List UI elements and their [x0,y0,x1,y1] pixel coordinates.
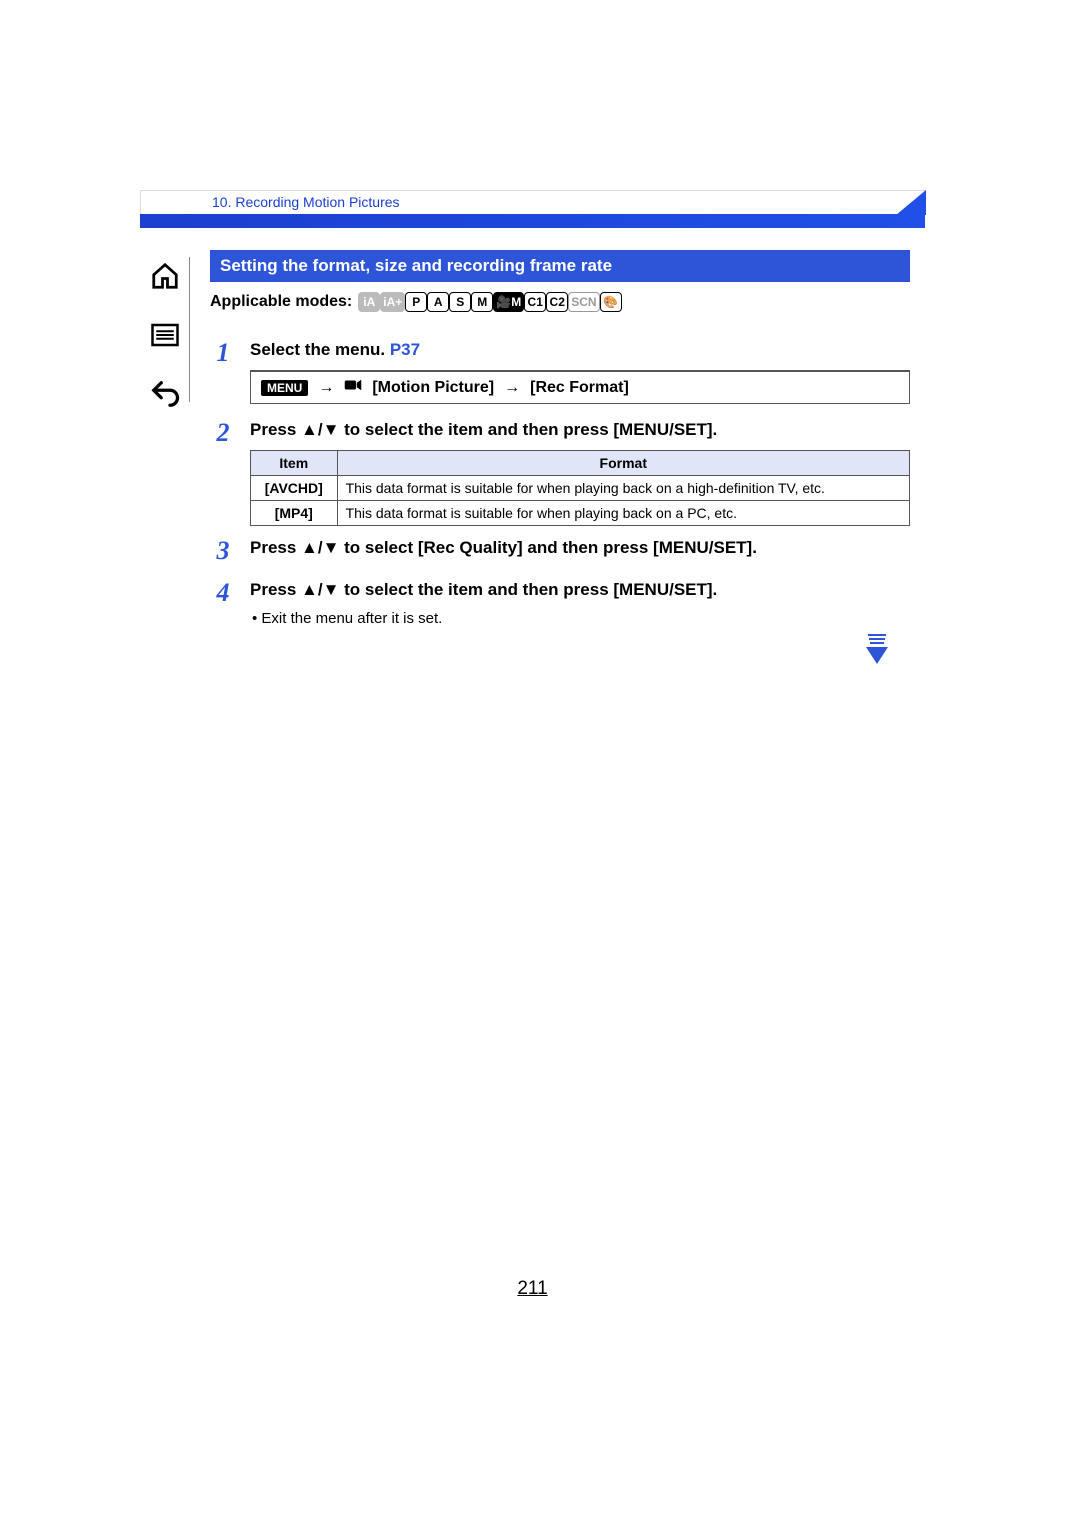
table-row: [AVCHD] This data format is suitable for… [251,476,910,501]
mode-badge: 🎥M [493,292,524,312]
mode-badge: SCN [568,292,599,312]
format-table: Item Format [AVCHD] This data format is … [250,450,910,526]
menu-path: MENU → [Motion Picture] → [Rec Format] [250,370,910,404]
step-4: 4 Press ▲/▼ to select the item and then … [210,580,910,627]
mode-badge: 🎨 [600,292,622,312]
step-number: 1 [210,340,236,366]
breadcrumb[interactable]: 10. Recording Motion Pictures [212,194,400,210]
table-header-format: Format [337,451,909,476]
step-title: Press ▲/▼ to select the item and then pr… [250,580,910,600]
step-number: 4 [210,580,236,606]
step-title: Select the menu. P37 [250,340,910,360]
applicable-modes: Applicable modes: iAiA+PASM🎥MC1C2SCN🎨 [210,292,910,312]
mode-badge: S [449,292,471,312]
page-number: 211 [140,1278,925,1300]
step-title: Press ▲/▼ to select [Rec Quality] and th… [250,538,910,558]
content-area: Setting the format, size and recording f… [210,250,910,627]
back-icon[interactable] [150,379,180,414]
mode-badge: P [405,292,427,312]
step-number: 3 [210,538,236,564]
mode-badge: C2 [546,292,568,312]
page-ref-link[interactable]: P37 [390,340,420,359]
step-title: Press ▲/▼ to select the item and then pr… [250,420,910,440]
menu-button-label: MENU [261,380,308,396]
step-1: 1 Select the menu. P37 MENU → [Motion Pi… [210,340,910,408]
mode-badge: M [471,292,493,312]
table-row: [MP4] This data format is suitable for w… [251,501,910,526]
mode-badge: A [427,292,449,312]
motion-picture-icon [344,378,362,397]
mode-badge: C1 [524,292,546,312]
mode-badge: iA+ [380,292,405,312]
continue-arrow-icon[interactable] [862,632,892,671]
menu-list-icon[interactable] [150,320,180,355]
step-number: 2 [210,420,236,446]
step-note: • Exit the menu after it is set. [252,610,910,627]
section-title: Setting the format, size and recording f… [210,250,910,282]
modes-label: Applicable modes: [210,293,352,311]
page-container: 10. Recording Motion Pictures Setting th… [140,190,925,639]
sidebar-nav [140,257,190,402]
step-3: 3 Press ▲/▼ to select [Rec Quality] and … [210,538,910,568]
home-icon[interactable] [150,261,180,296]
mode-badge: iA [358,292,380,312]
chapter-header: 10. Recording Motion Pictures [140,190,925,228]
step-2: 2 Press ▲/▼ to select the item and then … [210,420,910,526]
table-header-item: Item [251,451,338,476]
